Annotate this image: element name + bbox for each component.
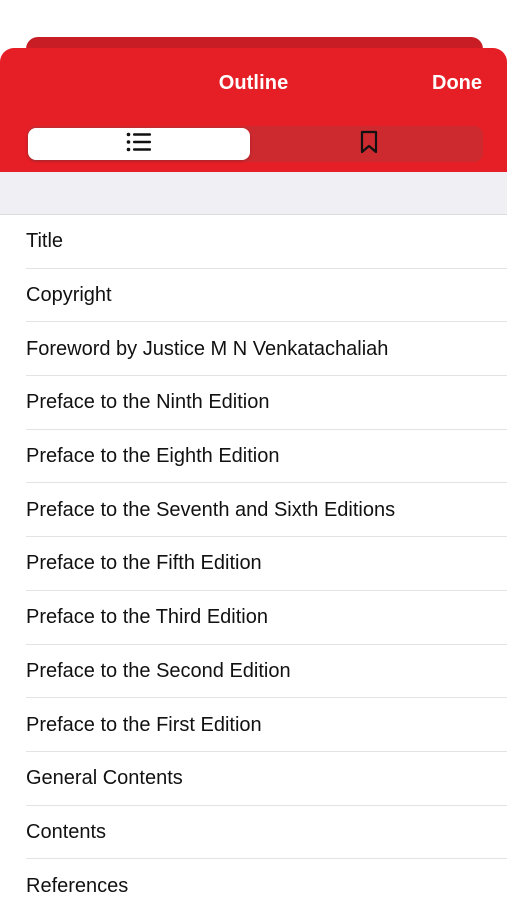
- outline-subheader-bar: [0, 172, 507, 215]
- outline-list-item[interactable]: Title: [0, 215, 507, 269]
- outline-screen: Outline Done Title Copyright Foreword by…: [0, 0, 507, 900]
- outline-list-item[interactable]: References: [0, 859, 507, 900]
- page-title: Outline: [218, 72, 289, 94]
- outline-list-item[interactable]: Preface to the First Edition: [0, 698, 507, 752]
- outline-list-item[interactable]: Preface to the Third Edition: [0, 591, 507, 645]
- outline-list-item[interactable]: General Contents: [0, 752, 507, 806]
- outline-list-item[interactable]: Copyright: [0, 269, 507, 323]
- outline-list-item[interactable]: Preface to the Seventh and Sixth Edition…: [0, 483, 507, 537]
- outline-header: Outline Done: [0, 48, 507, 172]
- outline-list: Title Copyright Foreword by Justice M N Ve…: [0, 215, 507, 900]
- outline-list-item[interactable]: Contents: [0, 806, 507, 860]
- done-button[interactable]: Done: [432, 72, 482, 95]
- list-icon: [125, 131, 153, 158]
- outline-modal: Outline Done Title Copyright Foreword by…: [0, 48, 507, 900]
- outline-bookmark-segmented-control: [27, 126, 483, 162]
- outline-list-item[interactable]: Preface to the Fifth Edition: [0, 537, 507, 591]
- outline-list-item[interactable]: Preface to the Eighth Edition: [0, 430, 507, 484]
- outline-list-item[interactable]: Preface to the Second Edition: [0, 645, 507, 699]
- bookmarks-tab[interactable]: [256, 128, 481, 160]
- outline-list-item[interactable]: Preface to the Ninth Edition: [0, 376, 507, 430]
- outline-list-item[interactable]: Foreword by Justice M N Venkatachaliah: [0, 322, 507, 376]
- outline-tab[interactable]: [28, 128, 250, 160]
- bookmark-icon: [359, 130, 379, 159]
